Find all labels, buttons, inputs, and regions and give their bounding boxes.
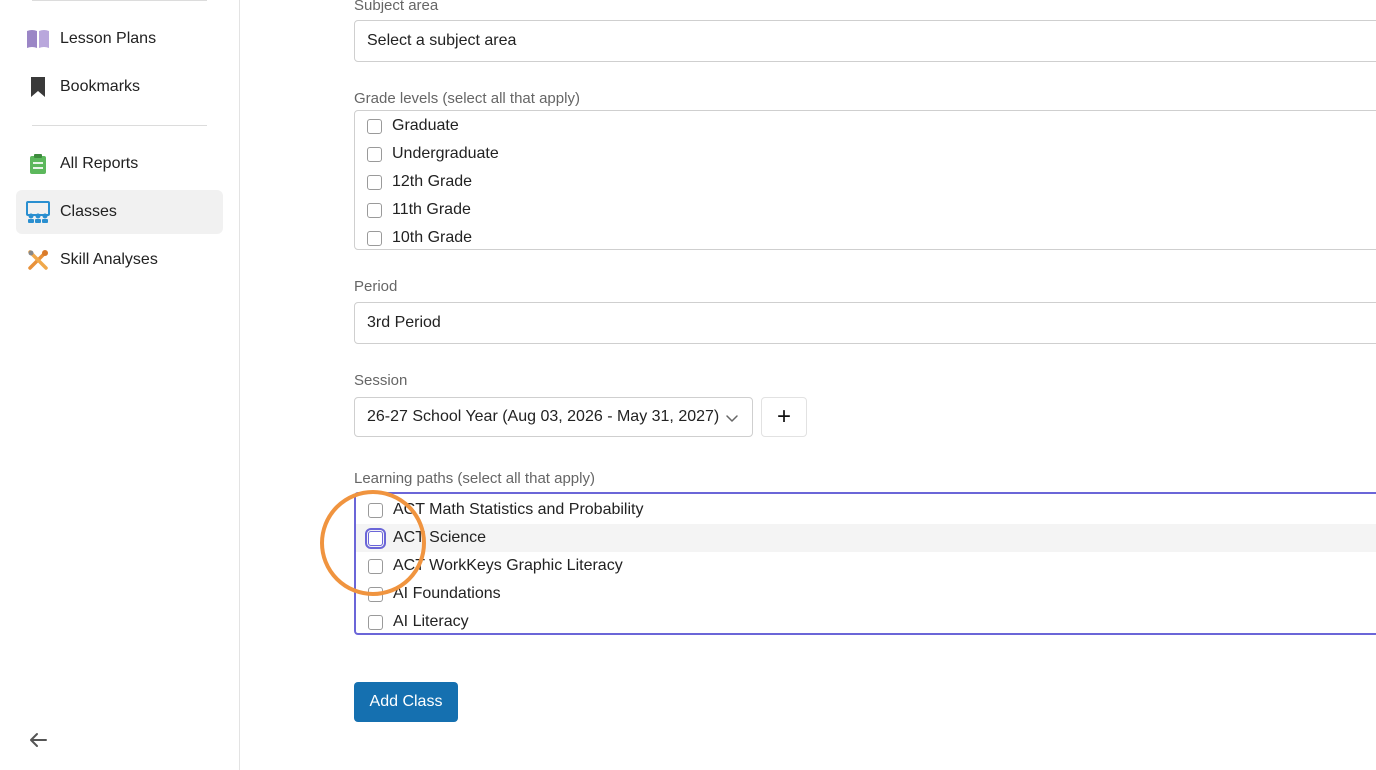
sidebar-item-label: Bookmarks [60, 78, 141, 95]
option-label: 12th Grade [392, 173, 473, 190]
chevron-down-icon [724, 410, 740, 426]
grade-levels-label: Grade levels (select all that apply) [354, 90, 580, 107]
learning-path-option[interactable]: ACT WorkKeys Graphic Literacy [356, 552, 1376, 580]
learning-path-option[interactable]: AI Foundations [356, 580, 1376, 608]
grade-levels-list[interactable]: Graduate Undergraduate 12th Grade 11th G… [354, 110, 1376, 250]
sidebar-item-label: Lesson Plans [60, 30, 157, 47]
grade-level-checkbox[interactable] [367, 146, 382, 162]
grade-level-option[interactable]: 12th Grade [355, 168, 1376, 196]
session-select[interactable]: 26-27 School Year (Aug 03, 2026 - May 31… [354, 397, 753, 437]
learning-path-checkbox[interactable] [368, 614, 383, 630]
grade-level-checkbox[interactable] [367, 202, 382, 218]
sidebar-item-skill-analyses[interactable]: Skill Analyses [16, 238, 223, 282]
grade-level-checkbox[interactable] [367, 174, 382, 190]
option-label: ACT Science [393, 529, 487, 546]
subject-area-label: Subject area [354, 0, 439, 14]
arrow-left-icon [28, 732, 48, 753]
learning-paths-label: Learning paths (select all that apply) [354, 470, 595, 487]
option-label: Graduate [392, 117, 459, 134]
learning-path-checkbox[interactable] [365, 527, 386, 549]
option-label: Undergraduate [392, 145, 499, 162]
sidebar-item-classes[interactable]: Classes [16, 190, 223, 234]
grade-level-option[interactable]: Graduate [355, 112, 1376, 140]
option-label: AI Literacy [393, 613, 469, 630]
book-icon [26, 27, 50, 51]
learning-paths-list[interactable]: ACT Math Statistics and Probability ACT … [354, 492, 1376, 635]
bookmark-icon [26, 75, 50, 99]
grade-level-option[interactable]: 11th Grade [355, 196, 1376, 224]
clipboard-icon [26, 152, 50, 176]
sidebar-divider [32, 125, 207, 126]
collapse-sidebar-button[interactable] [26, 730, 50, 754]
classroom-icon [26, 200, 50, 224]
learning-path-checkbox[interactable] [368, 558, 383, 574]
grade-level-option[interactable]: Undergraduate [355, 140, 1376, 168]
tools-icon [26, 248, 50, 272]
sidebar-divider-top [32, 0, 207, 1]
learning-path-option[interactable]: ACT Math Statistics and Probability [356, 496, 1376, 524]
add-class-button[interactable]: Add Class [354, 682, 458, 722]
subject-area-select[interactable]: Select a subject area [354, 20, 1376, 62]
sidebar-item-bookmarks[interactable]: Bookmarks [16, 65, 223, 109]
option-label: 11th Grade [392, 201, 471, 218]
option-label: 10th Grade [392, 229, 473, 246]
add-session-button[interactable]: + [761, 397, 807, 437]
sidebar-item-label: All Reports [60, 155, 139, 172]
learning-path-checkbox[interactable] [368, 586, 383, 602]
sidebar-item-label: Skill Analyses [60, 251, 158, 268]
learning-path-option[interactable]: AI Literacy [356, 608, 1376, 633]
session-value: 26-27 School Year (Aug 03, 2026 - May 31… [367, 408, 720, 425]
sidebar: Lesson Plans Bookmarks All Reports Class… [0, 0, 240, 770]
option-label: ACT WorkKeys Graphic Literacy [393, 557, 623, 574]
option-label: AI Foundations [393, 585, 501, 602]
main-content: Subject area Select a subject area Grade… [240, 0, 1376, 770]
sidebar-item-label: Classes [60, 203, 117, 220]
grade-level-checkbox[interactable] [367, 118, 382, 134]
learning-path-option[interactable]: ACT Science [356, 524, 1376, 552]
grade-level-option[interactable]: 10th Grade [355, 224, 1376, 249]
grade-level-checkbox[interactable] [367, 230, 382, 246]
sidebar-item-lesson-plans[interactable]: Lesson Plans [16, 17, 223, 61]
sidebar-item-all-reports[interactable]: All Reports [16, 142, 223, 186]
learning-path-checkbox[interactable] [368, 502, 383, 518]
period-label: Period [354, 278, 398, 295]
session-label: Session [354, 372, 408, 389]
option-label: ACT Math Statistics and Probability [393, 501, 644, 518]
period-input[interactable]: 3rd Period [354, 302, 1376, 344]
